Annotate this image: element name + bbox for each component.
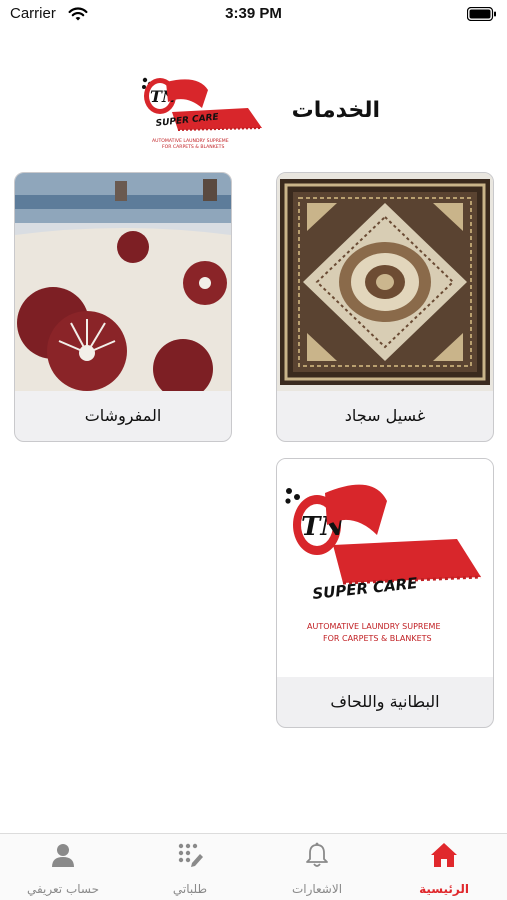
- svg-text:FOR CARPETS & BLANKETS: FOR CARPETS & BLANKETS: [323, 634, 432, 643]
- tab-label: طلباتي: [172, 882, 208, 896]
- profile-icon: [52, 844, 74, 867]
- home-icon: [431, 843, 457, 867]
- tab-orders[interactable]: طلباتي: [127, 834, 253, 900]
- orders-icon: [178, 843, 203, 867]
- page-title: الخدمات: [291, 98, 380, 123]
- service-label: غسيل سجاد: [344, 406, 426, 425]
- status-bar: Carrier 3:39 PM: [0, 0, 507, 32]
- floral-rug-image: [15, 173, 231, 391]
- service-card-blankets[interactable]: TN SUPER CARE AUTOMATIVE LAUNDRY SUPREME…: [276, 458, 494, 728]
- brand-logo-image: TN SUPER CARE AUTOMATIVE LAUNDRY SUPREME…: [277, 459, 493, 677]
- svg-text:FOR CARPETS & BLANKETS: FOR CARPETS & BLANKETS: [162, 144, 224, 150]
- status-time: 3:39 PM: [225, 5, 282, 22]
- tab-home[interactable]: الرئيسية: [381, 834, 507, 900]
- bell-icon: [306, 842, 328, 867]
- service-label: البطانية واللحاف: [330, 692, 440, 711]
- tab-label: الاشعارات: [291, 882, 343, 896]
- tab-profile[interactable]: حساب تعريفي: [0, 834, 126, 900]
- tab-notifications[interactable]: الاشعارات: [254, 834, 380, 900]
- persian-carpet-image: [277, 173, 493, 391]
- service-card-carpet-washing[interactable]: غسيل سجاد: [276, 172, 494, 442]
- svg-text:AUTOMATIVE LAUNDRY SUPREME: AUTOMATIVE LAUNDRY SUPREME: [307, 622, 441, 631]
- svg-text:AUTOMATIVE LAUNDRY SUPREME: AUTOMATIVE LAUNDRY SUPREME: [152, 138, 229, 144]
- service-label: المفروشات: [84, 406, 162, 425]
- tab-label: الرئيسية: [419, 882, 469, 896]
- battery-icon: [467, 7, 496, 21]
- service-card-furnishings[interactable]: المفروشات: [14, 172, 232, 442]
- bottom-tab-bar: حساب تعريفي طلباتي الاشعارات الرئيسية: [0, 833, 507, 900]
- tab-label: حساب تعريفي: [26, 882, 100, 896]
- brand-logo: TN SUPER CARE AUTOMATIVE LAUNDRY SUPREME…: [142, 77, 263, 150]
